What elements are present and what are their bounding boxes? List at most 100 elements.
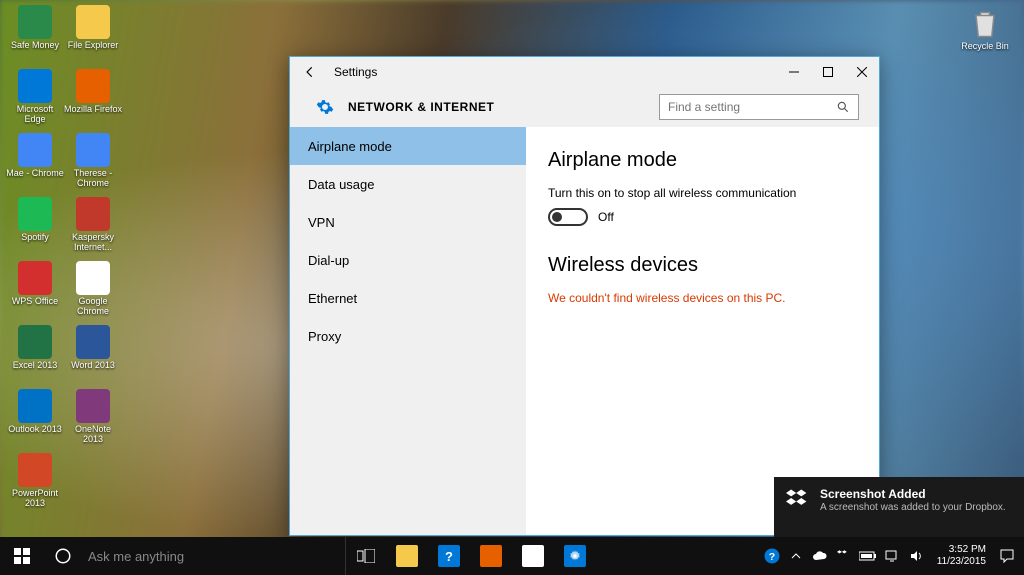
app-icon	[76, 133, 110, 167]
gear-icon	[316, 98, 334, 116]
desktop-icon[interactable]: Safe Money	[6, 5, 64, 63]
desktop-icon[interactable]: File Explorer	[64, 5, 122, 63]
nav-item-dial-up[interactable]: Dial-up	[290, 241, 526, 279]
nav-item-proxy[interactable]: Proxy	[290, 317, 526, 355]
desktop-icon-label: Excel 2013	[13, 361, 58, 371]
desktop-icon[interactable]: Google Chrome	[64, 261, 122, 319]
desktop-icon[interactable]: Microsoft Edge	[6, 69, 64, 127]
notification-body: A screenshot was added to your Dropbox.	[820, 501, 1006, 514]
desktop-icon[interactable]: Therese - Chrome	[64, 133, 122, 191]
app-icon	[18, 133, 52, 167]
app-icon	[18, 69, 52, 103]
desktop-icon[interactable]: Excel 2013	[6, 325, 64, 383]
action-center-icon[interactable]	[996, 537, 1018, 575]
desktop-icon[interactable]: Mozilla Firefox	[64, 69, 122, 127]
minimize-button[interactable]	[777, 57, 811, 87]
desktop-icon-label: Word 2013	[71, 361, 115, 371]
settings-search[interactable]	[659, 94, 859, 120]
desktop-icon[interactable]: Mae - Chrome	[6, 133, 64, 191]
taskbar-app-firefox[interactable]	[470, 537, 512, 575]
settings-window: Settings NETWORK & INTERNET Airplane mod…	[289, 56, 880, 536]
settings-nav: Airplane modeData usageVPNDial-upEtherne…	[290, 127, 526, 535]
app-icon	[18, 5, 52, 39]
recycle-bin-icon	[967, 5, 1003, 41]
start-button[interactable]	[0, 537, 44, 575]
app-icon	[18, 325, 52, 359]
system-tray: ? 3:52 PM 11/23/2015	[761, 537, 1024, 575]
wireless-error-text: We couldn't find wireless devices on thi…	[548, 291, 857, 305]
taskbar-app-settings[interactable]	[554, 537, 596, 575]
airplane-mode-toggle[interactable]	[548, 208, 588, 226]
taskbar: Ask me anything ? ? 3:52 PM 11/23/2015	[0, 537, 1024, 575]
cortana-search[interactable]: Ask me anything	[82, 537, 346, 575]
help-tray-icon[interactable]: ?	[761, 537, 783, 575]
battery-icon[interactable]	[857, 537, 879, 575]
desktop-icon-label: Kaspersky Internet...	[64, 233, 122, 253]
taskbar-app-chrome[interactable]	[512, 537, 554, 575]
desktop-icon[interactable]: Word 2013	[64, 325, 122, 383]
desktop-icon[interactable]: WPS Office	[6, 261, 64, 319]
app-icon	[18, 197, 52, 231]
notification-toast[interactable]: Screenshot Added A screenshot was added …	[774, 477, 1024, 537]
volume-icon[interactable]	[905, 537, 927, 575]
task-view-button[interactable]	[346, 537, 386, 575]
help-icon: ?	[438, 545, 460, 567]
content-description: Turn this on to stop all wireless commun…	[548, 186, 857, 200]
app-icon	[18, 261, 52, 295]
app-icon	[76, 69, 110, 103]
desktop-icon[interactable]: PowerPoint 2013	[6, 453, 64, 511]
desktop-icon-label: Google Chrome	[64, 297, 122, 317]
cortana-placeholder: Ask me anything	[88, 549, 184, 564]
app-icon	[76, 5, 110, 39]
network-icon[interactable]	[881, 537, 903, 575]
app-icon	[76, 389, 110, 423]
clock-time: 3:52 PM	[937, 544, 986, 556]
app-icon	[76, 197, 110, 231]
desktop-icon-label: Outlook 2013	[8, 425, 62, 435]
desktop-icon-label: Therese - Chrome	[64, 169, 122, 189]
window-title: Settings	[334, 65, 377, 79]
desktop-icon-label: OneNote 2013	[64, 425, 122, 445]
desktop-icon-label: Mae - Chrome	[6, 169, 64, 179]
app-icon	[76, 325, 110, 359]
recycle-bin[interactable]: Recycle Bin	[956, 5, 1014, 51]
header-title: NETWORK & INTERNET	[348, 100, 494, 114]
desktop-icon-label: WPS Office	[12, 297, 58, 307]
settings-search-input[interactable]	[668, 100, 836, 114]
titlebar: Settings	[290, 57, 879, 87]
desktop-icon[interactable]: OneNote 2013	[64, 389, 122, 447]
nav-item-airplane-mode[interactable]: Airplane mode	[290, 127, 526, 165]
desktop-icon[interactable]: Outlook 2013	[6, 389, 64, 447]
onedrive-icon[interactable]	[809, 537, 831, 575]
taskbar-clock[interactable]: 3:52 PM 11/23/2015	[929, 544, 994, 568]
dropbox-icon	[786, 487, 810, 511]
recycle-bin-label: Recycle Bin	[961, 41, 1009, 51]
desktop-icon-label: File Explorer	[68, 41, 119, 51]
close-button[interactable]	[845, 57, 879, 87]
desktop-icon[interactable]: Spotify	[6, 197, 64, 255]
app-icon	[76, 261, 110, 295]
desktop-icon[interactable]: Kaspersky Internet...	[64, 197, 122, 255]
desktop-icon-label: Microsoft Edge	[6, 105, 64, 125]
chevron-up-icon[interactable]	[785, 537, 807, 575]
clock-date: 11/23/2015	[937, 556, 986, 568]
desktop-icon-label: PowerPoint 2013	[6, 489, 64, 509]
search-icon	[836, 100, 850, 114]
notification-title: Screenshot Added	[820, 487, 1006, 501]
nav-item-vpn[interactable]: VPN	[290, 203, 526, 241]
content-title: Airplane mode	[548, 149, 857, 172]
back-button[interactable]	[300, 62, 320, 82]
nav-item-ethernet[interactable]: Ethernet	[290, 279, 526, 317]
desktop-icon-label: Safe Money	[11, 41, 59, 51]
toggle-state-label: Off	[598, 210, 614, 224]
taskbar-app-file-explorer[interactable]	[386, 537, 428, 575]
taskbar-app-help[interactable]: ?	[428, 537, 470, 575]
app-icon	[18, 453, 52, 487]
maximize-button[interactable]	[811, 57, 845, 87]
firefox-icon	[480, 545, 502, 567]
dropbox-tray-icon[interactable]	[833, 537, 855, 575]
nav-item-data-usage[interactable]: Data usage	[290, 165, 526, 203]
chrome-icon	[522, 545, 544, 567]
cortana-icon[interactable]	[44, 537, 82, 575]
section-wireless-title: Wireless devices	[548, 254, 857, 277]
